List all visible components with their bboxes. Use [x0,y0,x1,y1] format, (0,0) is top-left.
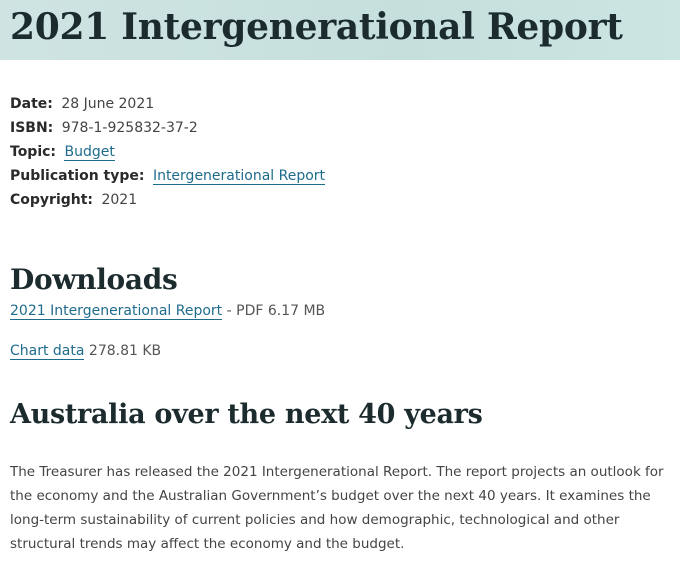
date-value: 28 June 2021 [61,96,155,112]
copyright-label: Copyright: [10,192,94,208]
download-item: Chart data 278.81 KB [10,340,161,362]
page-banner: 2021 Intergenerational Report [0,0,680,60]
date-label: Date: [10,96,53,112]
section-heading: Australia over the next 40 years [10,399,483,430]
isbn-value: 978-1-925832-37-2 [61,120,198,136]
page-title: 2021 Intergenerational Report [10,6,623,48]
intro-paragraph: The Treasurer has released the 2021 Inte… [10,464,664,552]
topic-link[interactable]: Budget [64,144,115,161]
isbn-label: ISBN: [10,120,54,136]
chart-data-link[interactable]: Chart data [10,343,85,360]
meta-copyright-row: Copyright: 2021 [10,188,325,212]
copyright-value: 2021 [101,192,138,208]
meta-date-row: Date: 28 June 2021 [10,92,325,116]
chart-data-info: 278.81 KB [84,343,162,359]
meta-topic-row: Topic: Budget [10,140,325,164]
report-pdf-link[interactable]: 2021 Intergenerational Report [10,303,223,320]
topic-label: Topic: [10,144,57,160]
meta-pubtype-row: Publication type: Intergenerational Repo… [10,164,326,188]
publication-metadata: Date: 28 June 2021 ISBN: 978-1-925832-37… [10,92,326,212]
download-item: 2021 Intergenerational Report - PDF 6.17… [10,300,325,322]
publication-type-label: Publication type: [10,168,145,184]
downloads-heading: Downloads [10,263,178,296]
publication-type-link[interactable]: Intergenerational Report [152,168,326,185]
report-pdf-info: - PDF 6.17 MB [222,303,326,319]
meta-isbn-row: ISBN: 978-1-925832-37-2 [10,116,325,140]
